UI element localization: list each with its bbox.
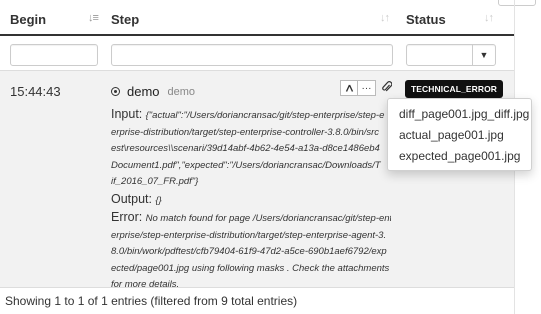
- sort-icon[interactable]: ↓↑: [380, 12, 390, 24]
- error-text: No match found for page /Users/doriancra…: [145, 213, 391, 224]
- input-label: Input:: [111, 107, 143, 121]
- sort-amount-down-icon[interactable]: ↓≡: [88, 12, 99, 24]
- error-text: 8.0/bin/work/pdftest/cfb79404-61f9-47d2-…: [111, 246, 387, 257]
- error-text: erprise/step-enterprise-distribution/tar…: [111, 229, 387, 241]
- step-filter-input[interactable]: [111, 44, 393, 66]
- attachments-dropdown: diff_page001.jpg_diff.jpg actual_page001…: [387, 98, 532, 171]
- table-header: Begin ↓≡ Step ↓↑ Status ↓↑: [0, 0, 514, 36]
- output-text: {}: [155, 194, 162, 206]
- column-header-begin[interactable]: Begin: [10, 12, 46, 27]
- attachment-item[interactable]: actual_page001.jpg: [388, 125, 531, 146]
- input-text: erprise-distribution/target/step-enterpr…: [111, 126, 380, 138]
- step-name[interactable]: demo: [127, 84, 160, 99]
- output-label: Output:: [111, 191, 152, 206]
- input-text: {"actual":"/Users/doriancransac/git/step…: [145, 110, 385, 121]
- begin-filter-input[interactable]: [10, 44, 98, 66]
- attachment-item[interactable]: expected_page001.jpg: [388, 146, 531, 167]
- status-badge[interactable]: TECHNICAL_ERROR: [405, 80, 504, 98]
- error-text: for more details.: [111, 279, 180, 290]
- input-text: if_2016_07_FR.pdf"}: [111, 176, 199, 187]
- column-header-step[interactable]: Step: [111, 12, 139, 27]
- dot-circle-icon: [111, 87, 120, 96]
- caret-down-icon[interactable]: ▼: [472, 45, 495, 65]
- attachment-item[interactable]: diff_page001.jpg_diff.jpg: [388, 104, 531, 125]
- step-header: demo demo: [111, 84, 195, 99]
- step-subtitle: demo: [167, 85, 196, 98]
- input-text: Document1.pdf","expected":"/Users/dorian…: [111, 159, 381, 171]
- more-icon[interactable]: ···: [358, 80, 376, 96]
- tree-icon[interactable]: [340, 80, 358, 96]
- table-info: Showing 1 to 1 of 1 entries (filtered fr…: [5, 294, 298, 308]
- paperclip-icon[interactable]: [381, 80, 393, 96]
- input-text: est\resources\\scenari/39d14abf-4b62-4e5…: [111, 143, 380, 154]
- filter-row: ▼: [0, 36, 514, 71]
- error-text: ected/page001.jpg using following masks …: [111, 262, 390, 274]
- status-filter-select[interactable]: ▼: [406, 44, 496, 66]
- sort-icon[interactable]: ↓↑: [484, 12, 494, 24]
- column-header-status[interactable]: Status: [406, 12, 446, 27]
- error-label: Error:: [111, 210, 143, 224]
- begin-time: 15:44:43: [10, 84, 61, 99]
- step-details: Input: {"actual":"/Users/doriancransac/g…: [111, 106, 391, 294]
- row-actions: ···: [340, 80, 376, 96]
